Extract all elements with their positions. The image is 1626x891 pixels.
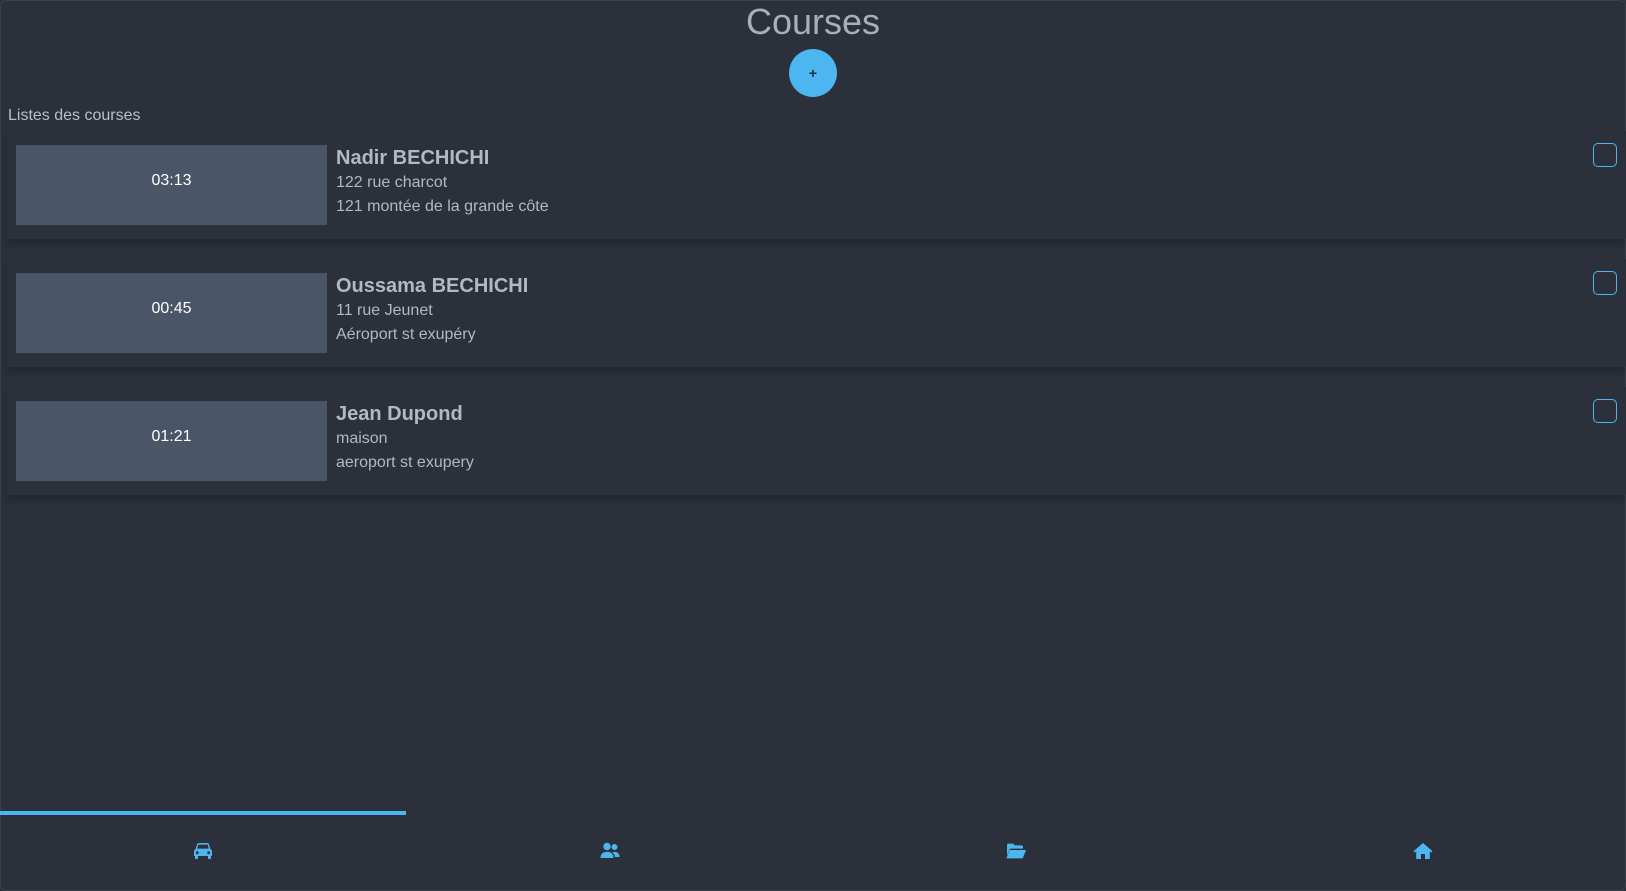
folder-open-icon bbox=[1006, 843, 1027, 859]
course-client-name: Jean Dupond bbox=[336, 403, 463, 425]
course-dropoff-address: Aéroport st exupéry bbox=[336, 326, 476, 343]
page-title: Courses bbox=[745, 1, 881, 42]
course-pickup-address: maison bbox=[336, 430, 388, 447]
home-icon bbox=[1413, 843, 1433, 859]
course-checkbox[interactable] bbox=[1593, 143, 1617, 167]
course-pickup-address: 122 rue charcot bbox=[336, 174, 448, 191]
course-item[interactable]: 01:21 Jean Dupond maison aeroport st exu… bbox=[7, 387, 1626, 495]
course-item[interactable]: 03:13 Nadir BECHICHI 122 rue charcot 121… bbox=[7, 131, 1626, 239]
course-dropoff-address: aeroport st exupery bbox=[336, 454, 474, 471]
users-icon bbox=[600, 842, 620, 858]
list-heading: Listes des courses bbox=[8, 107, 141, 124]
course-time: 00:45 bbox=[16, 273, 327, 353]
course-list: 03:13 Nadir BECHICHI 122 rue charcot 121… bbox=[7, 131, 1626, 515]
nav-tab-home[interactable] bbox=[1220, 815, 1626, 891]
bottom-nav bbox=[0, 815, 1626, 891]
course-info: Jean Dupond maison aeroport st exupery bbox=[336, 401, 474, 475]
course-time: 03:13 bbox=[16, 145, 327, 225]
add-course-button[interactable]: + bbox=[789, 49, 837, 97]
course-time: 01:21 bbox=[16, 401, 327, 481]
course-pickup-address: 11 rue Jeunet bbox=[336, 302, 433, 319]
nav-tab-documents[interactable] bbox=[813, 815, 1220, 891]
course-dropoff-address: 121 montée de la grande côte bbox=[336, 198, 549, 215]
course-checkbox[interactable] bbox=[1593, 271, 1617, 295]
nav-tab-clients[interactable] bbox=[407, 815, 814, 891]
course-checkbox[interactable] bbox=[1593, 399, 1617, 423]
car-icon bbox=[194, 843, 213, 859]
course-client-name: Nadir BECHICHI bbox=[336, 147, 490, 169]
course-client-name: Oussama BECHICHI bbox=[336, 275, 529, 297]
nav-tab-courses[interactable] bbox=[0, 815, 407, 891]
course-info: Oussama BECHICHI 11 rue Jeunet Aéroport … bbox=[336, 273, 528, 347]
course-info: Nadir BECHICHI 122 rue charcot 121 monté… bbox=[336, 145, 549, 219]
course-item[interactable]: 00:45 Oussama BECHICHI 11 rue Jeunet Aér… bbox=[7, 259, 1626, 367]
